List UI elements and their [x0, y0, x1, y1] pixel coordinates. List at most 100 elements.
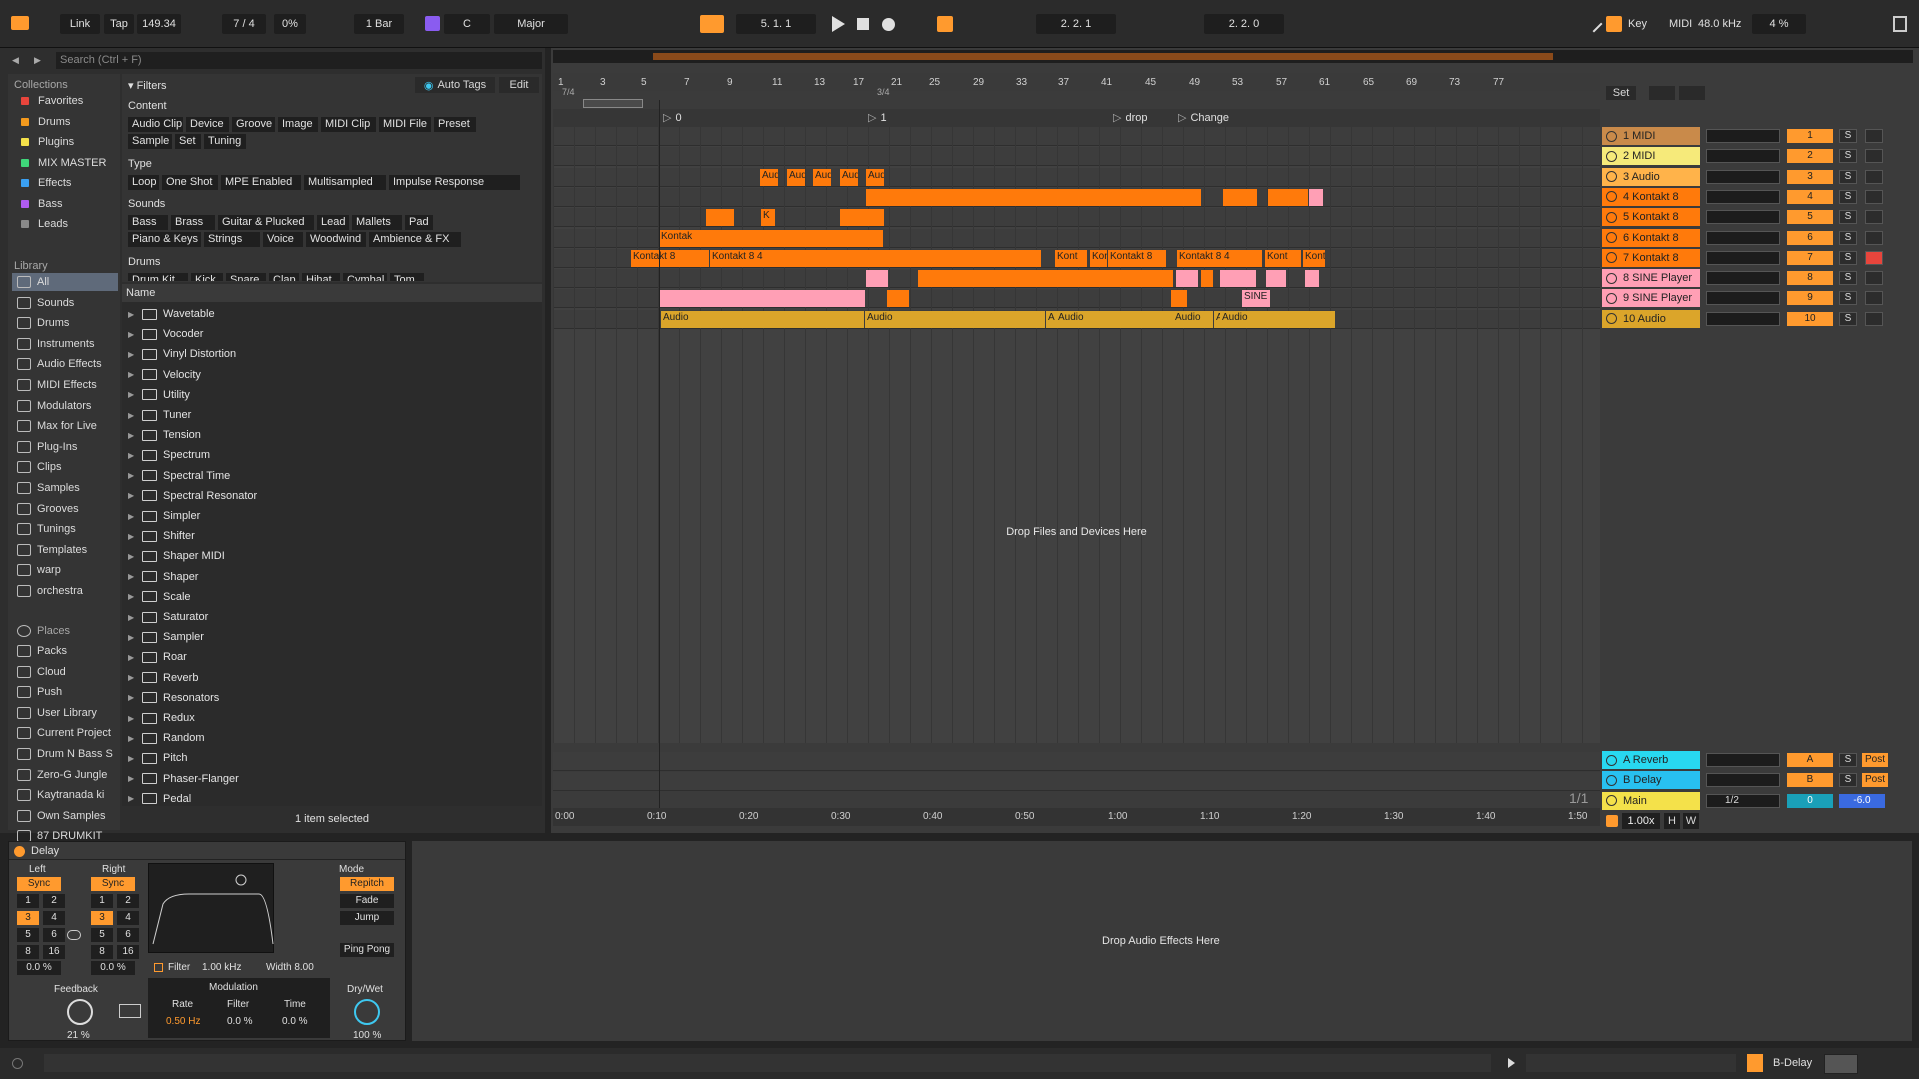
track-number[interactable]: 9 [1787, 291, 1833, 306]
filter-tag[interactable]: Tuning [204, 134, 246, 149]
arrangement-clip[interactable] [866, 188, 1201, 206]
track-activator-icon[interactable] [1606, 292, 1617, 304]
filter-tag[interactable]: Voice [263, 232, 303, 247]
collection-item[interactable]: Bass [12, 195, 118, 213]
track-activator-icon[interactable] [1606, 191, 1617, 203]
track-volume[interactable] [1706, 230, 1780, 245]
arrangement-clip[interactable]: Aud [813, 168, 831, 186]
scale-dropdown[interactable]: Major [494, 14, 568, 34]
library-item[interactable]: Instruments [12, 335, 118, 353]
place-item[interactable]: User Library [12, 704, 118, 722]
list-item[interactable]: ▶ Saturator [122, 607, 542, 627]
key-map-button[interactable]: Key [1628, 18, 1647, 30]
ping-pong-button[interactable]: Ping Pong [340, 943, 394, 957]
filter-tag[interactable]: Ambience & FX [369, 232, 461, 247]
midi-map-button[interactable]: MIDI [1669, 18, 1692, 30]
list-item[interactable]: ▶ Spectrum [122, 445, 542, 465]
return-volume[interactable] [1706, 773, 1780, 788]
place-item[interactable]: Kaytranada ki [12, 786, 118, 804]
zoom-icon[interactable] [1606, 815, 1618, 827]
track-activator-icon[interactable] [1606, 150, 1617, 162]
arrangement-clip[interactable] [1223, 188, 1257, 206]
arrangement-clip[interactable] [1305, 270, 1319, 288]
list-item[interactable]: ▶ Sampler [122, 627, 542, 647]
track-header[interactable]: 4 Kontakt 8 [1602, 187, 1700, 206]
track-number[interactable]: 7 [1787, 250, 1833, 265]
filter-width[interactable]: Width 8.00 [266, 962, 314, 973]
library-item[interactable]: Modulators [12, 397, 118, 415]
filter-tag[interactable]: Bass [128, 215, 168, 230]
collection-item[interactable]: Plugins [12, 133, 118, 151]
filter-checkbox[interactable] [154, 963, 163, 972]
arrangement-clip[interactable]: K [761, 209, 775, 227]
beat-division-button[interactable]: 6 [117, 928, 139, 942]
return-letter[interactable]: B [1787, 773, 1833, 788]
expand-arrow-icon[interactable]: ▶ [128, 552, 136, 561]
collection-item[interactable]: MIX MASTER [12, 154, 118, 172]
places-heading[interactable]: Places [12, 622, 118, 640]
collection-item[interactable]: Favorites [12, 92, 118, 110]
place-item[interactable]: Push [12, 683, 118, 701]
place-item[interactable]: Own Samples [12, 807, 118, 825]
track-activator-icon[interactable] [1606, 232, 1617, 243]
filter-tag[interactable]: Impulse Response [389, 175, 520, 190]
quantize-dropdown[interactable]: 1 Bar [354, 14, 404, 34]
solo-button[interactable]: S [1839, 311, 1857, 326]
expand-arrow-icon[interactable]: ▶ [128, 411, 136, 420]
expand-arrow-icon[interactable]: ▶ [128, 572, 136, 581]
arrangement-clip[interactable] [659, 290, 865, 308]
tap-button[interactable]: Tap [104, 14, 134, 34]
library-item[interactable]: Max for Live [12, 417, 118, 435]
filter-tag[interactable]: Hihat [302, 273, 340, 281]
solo-button[interactable]: S [1839, 773, 1857, 788]
list-item[interactable]: ▶ Shaper [122, 567, 542, 587]
place-item[interactable]: Cloud [12, 663, 118, 681]
filter-tag[interactable]: Lead [317, 215, 349, 230]
track-volume[interactable] [1706, 149, 1780, 164]
expand-arrow-icon[interactable]: ▶ [128, 451, 136, 460]
filter-frequency[interactable]: 1.00 kHz [202, 962, 241, 973]
arrangement-clip[interactable] [1201, 270, 1213, 288]
filter-tag[interactable]: MIDI Clip [321, 117, 376, 132]
filter-tag[interactable]: Piano & Keys [128, 232, 201, 247]
arm-button[interactable] [1865, 250, 1883, 265]
filter-tag[interactable]: MPE Enabled [221, 175, 301, 190]
arm-button[interactable] [1865, 189, 1883, 204]
track-volume[interactable] [1706, 311, 1780, 326]
expand-arrow-icon[interactable]: ▶ [128, 693, 136, 702]
list-item[interactable]: ▶ Roar [122, 647, 542, 667]
track-header[interactable]: 1 MIDI [1602, 127, 1700, 145]
locator-marker[interactable]: ▷ 1 [868, 111, 887, 124]
place-item[interactable]: Drum N Bass S [12, 745, 118, 763]
tempo-field[interactable]: 149.34 [137, 14, 181, 34]
list-item[interactable]: ▶ Simpler [122, 506, 542, 526]
track-number[interactable]: 1 [1787, 129, 1833, 143]
main-volume[interactable]: -6.0 [1839, 793, 1885, 808]
expand-arrow-icon[interactable]: ▶ [128, 390, 136, 399]
link-button[interactable]: Link [60, 14, 100, 34]
beat-division-button[interactable]: 8 [91, 945, 113, 959]
expand-arrow-icon[interactable]: ▶ [128, 330, 136, 339]
arrangement-clip[interactable] [866, 270, 888, 288]
track-activator-icon[interactable] [1606, 774, 1617, 786]
track-header[interactable]: 6 Kontakt 8 [1602, 228, 1700, 247]
library-item[interactable]: MIDI Effects [12, 376, 118, 394]
filter-tag[interactable]: Set [175, 134, 201, 149]
list-item[interactable]: ▶ Random [122, 728, 542, 748]
link-lr-icon[interactable] [67, 930, 81, 940]
place-item[interactable]: Zero-G Jungle [12, 766, 118, 784]
list-item[interactable]: ▶ Resonators [122, 688, 542, 708]
beat-division-button[interactable]: 2 [117, 894, 139, 908]
list-item[interactable]: ▶ Velocity [122, 365, 542, 385]
list-item[interactable]: ▶ Vinyl Distortion [122, 344, 542, 364]
locator-lane[interactable]: ▷ 0 ▷ 1 ▷ drop ▷ Change [553, 109, 1600, 127]
arm-button[interactable] [1865, 230, 1883, 245]
arrangement-clip[interactable]: Kont [1303, 249, 1325, 267]
solo-button[interactable]: S [1839, 210, 1857, 225]
expand-arrow-icon[interactable]: ▶ [128, 653, 136, 662]
solo-button[interactable]: S [1839, 291, 1857, 306]
arrangement-clip[interactable] [887, 290, 909, 308]
library-item[interactable]: Audio Effects [12, 355, 118, 373]
list-item[interactable]: ▶ Reverb [122, 668, 542, 688]
locator-marker[interactable]: ▷ drop [1113, 111, 1148, 124]
